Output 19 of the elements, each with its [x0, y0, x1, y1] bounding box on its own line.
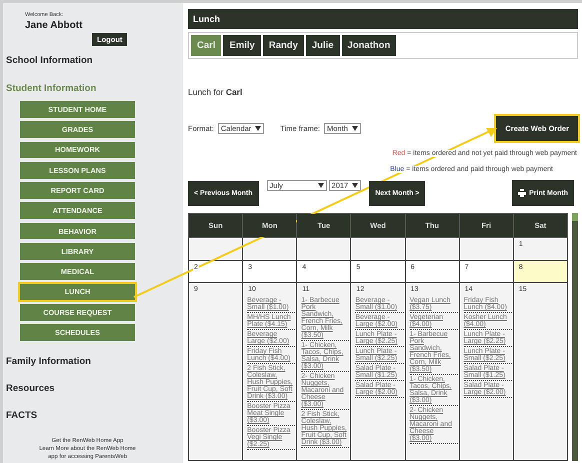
dropdown-arrow-icon [255, 126, 262, 131]
sidebar-section-link[interactable]: Student Information [6, 83, 183, 94]
student-tab[interactable]: Emily [223, 35, 261, 56]
dropdown-arrow-icon [352, 126, 358, 131]
student-tab[interactable]: Carl [191, 35, 222, 56]
sidebar-section-link[interactable]: School Information [6, 55, 183, 66]
printer-icon [518, 189, 526, 197]
student-tab[interactable]: Julie [306, 35, 340, 56]
page-header: Lunch [188, 9, 578, 29]
sidebar-section-link[interactable]: Resources [6, 382, 183, 394]
user-name: Jane Abbott [24, 20, 84, 31]
lunch-for-heading: Lunch for Carl [188, 87, 244, 97]
dropdown-arrow-icon [352, 183, 358, 188]
student-tab[interactable]: Randy [262, 35, 304, 56]
scrollbar[interactable] [572, 213, 578, 461]
sidebar-section-link[interactable]: FACTS [6, 410, 183, 421]
sidebar-section-link[interactable]: Family Information [6, 356, 183, 367]
dropdown-arrow-icon [318, 183, 324, 188]
student-tab[interactable]: Jonathon [342, 35, 396, 56]
